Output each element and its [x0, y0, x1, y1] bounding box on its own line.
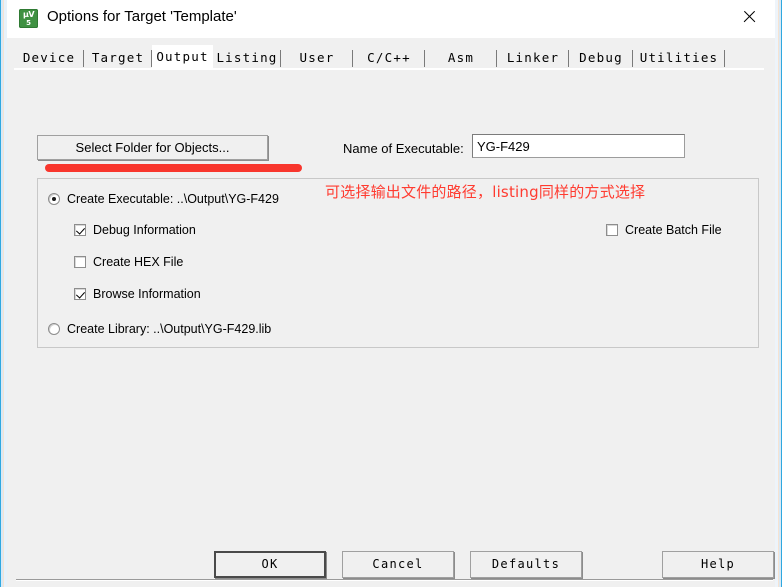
window-title: Options for Target 'Template' [47, 8, 237, 25]
select-folder-for-objects-button[interactable]: Select Folder for Objects... [37, 135, 268, 160]
keil-uvision-icon: μV 5 [19, 9, 38, 28]
name-of-executable-input[interactable] [472, 134, 685, 158]
tab-user[interactable]: User [281, 47, 353, 69]
help-button[interactable]: Help [662, 551, 774, 578]
radio-icon-create-executable[interactable] [48, 193, 60, 205]
tab-utilities[interactable]: Utilities [633, 47, 725, 69]
tab-linker[interactable]: Linker [497, 47, 569, 69]
tab-strip: Device Target Output Listing User C/C++ … [14, 45, 764, 71]
title-bar: μV 5 Options for Target 'Template' [7, 0, 775, 38]
chinese-note-annotation: 可选择输出文件的路径，listing同样的方式选择 [325, 183, 646, 201]
dialog-body: Device Target Output Listing User C/C++ … [7, 38, 775, 587]
dialog-footer: OK Cancel Defaults Help [7, 542, 775, 587]
app-icon-line2: 5 [26, 19, 31, 27]
window-border-right [775, 0, 782, 587]
tab-c-cpp[interactable]: C/C++ [353, 47, 425, 69]
output-options-groupbox: Create Executable: ..\Output\YG-F429 Deb… [37, 178, 759, 348]
defaults-button[interactable]: Defaults [470, 551, 582, 578]
checkbox-icon-browse-information[interactable] [74, 288, 86, 300]
tab-device[interactable]: Device [14, 47, 84, 69]
tab-debug[interactable]: Debug [569, 47, 633, 69]
cancel-button[interactable]: Cancel [342, 551, 454, 578]
name-of-executable-label: Name of Executable: [343, 141, 464, 156]
window-border-left [0, 0, 7, 587]
red-underline-annotation [45, 164, 302, 172]
checkbox-icon-create-batch-file[interactable] [606, 224, 618, 236]
browse-information-label: Browse Information [93, 287, 201, 301]
create-library-label: Create Library: ..\Output\YG-F429.lib [67, 322, 272, 336]
create-hex-file-label: Create HEX File [93, 255, 184, 269]
app-icon-line1: μV [22, 10, 35, 19]
tab-listing[interactable]: Listing [213, 47, 281, 69]
create-executable-label: Create Executable: ..\Output\YG-F429 [67, 192, 279, 206]
radio-icon-create-library[interactable] [48, 323, 60, 335]
create-batch-file-label: Create Batch File [625, 223, 722, 237]
checkbox-icon-debug-information[interactable] [74, 224, 86, 236]
checkbox-icon-create-hex-file[interactable] [74, 256, 86, 268]
options-for-target-dialog: μV 5 Options for Target 'Template' Devic… [0, 0, 782, 587]
close-icon[interactable] [726, 0, 771, 33]
tab-asm[interactable]: Asm [425, 47, 497, 69]
tab-target[interactable]: Target [84, 47, 152, 69]
debug-information-label: Debug Information [93, 223, 196, 237]
ok-button[interactable]: OK [214, 551, 326, 578]
